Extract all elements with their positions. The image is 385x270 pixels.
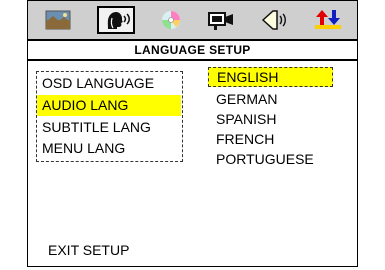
- option-german[interactable]: GERMAN: [208, 89, 277, 109]
- menu-item-audio-lang[interactable]: AUDIO LANG: [37, 95, 181, 116]
- tab-language[interactable]: [97, 6, 135, 34]
- option-portuguese[interactable]: PORTUGUESE: [208, 149, 314, 169]
- option-english[interactable]: ENGLISH: [208, 67, 333, 87]
- tab-display[interactable]: [203, 6, 241, 34]
- tab-preferences[interactable]: [309, 6, 347, 34]
- tab-bar: [28, 1, 357, 39]
- option-spanish[interactable]: SPANISH: [208, 109, 276, 129]
- option-french[interactable]: FRENCH: [208, 129, 274, 149]
- tab-general[interactable]: [39, 6, 77, 34]
- menu-item-subtitle-lang[interactable]: SUBTITLE LANG: [37, 117, 181, 138]
- setup-window: LANGUAGE SETUP OSD LANGUAGE AUDIO LANG S…: [27, 0, 358, 267]
- exit-setup-button[interactable]: EXIT SETUP: [48, 241, 129, 259]
- setup-menu: OSD LANGUAGE AUDIO LANG SUBTITLE LANG ME…: [36, 71, 183, 162]
- tab-video[interactable]: [152, 6, 190, 34]
- tab-audio[interactable]: [257, 6, 295, 34]
- menu-item-osd-language[interactable]: OSD LANGUAGE: [37, 73, 181, 94]
- page-title: LANGUAGE SETUP: [28, 39, 357, 61]
- menu-item-menu-lang[interactable]: MENU LANG: [37, 138, 181, 159]
